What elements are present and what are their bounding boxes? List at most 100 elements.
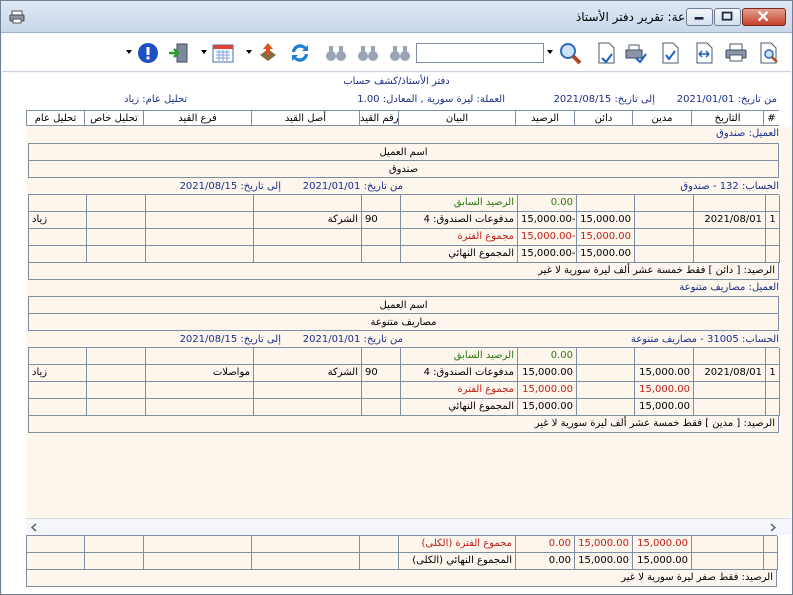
row-description: مدفوعات الصندوق: 4	[401, 212, 518, 228]
report-title: دفتر الأستاذ/كشف حساب	[343, 76, 450, 87]
summary-period-debit: 15,000.00	[633, 536, 692, 552]
binoculars-next-icon[interactable]	[388, 41, 412, 65]
final-debit: 15,000.00	[635, 399, 694, 415]
export-icon[interactable]	[256, 41, 280, 65]
client-name-header: اسم العميل	[29, 297, 778, 314]
final-label: المجموع النهائي	[401, 246, 518, 262]
zoom-icon[interactable]	[558, 41, 582, 65]
row-entry-origin: الشركة	[254, 212, 362, 228]
chevron-down-icon[interactable]	[547, 50, 553, 54]
column-header-row: # التاريخ مدين دائن الرصيد البيان رقم ال…	[26, 110, 779, 126]
row-balance: 15,000.00	[518, 365, 577, 381]
client-name: مصاريف متنوعة	[370, 317, 437, 328]
report-body: العميل: صندوق اسم العميل صندوق الحساب: 1…	[26, 126, 791, 518]
title-bar: طباعة: تقرير دفتر الأستاذ	[1, 1, 792, 33]
printer-icon	[9, 9, 25, 25]
col-entry-branch: فرع القيد	[143, 111, 251, 126]
final-credit: 15,000.00	[577, 246, 635, 262]
page-setup-icon[interactable]	[594, 41, 618, 65]
chevron-down-icon[interactable]	[246, 50, 252, 54]
search-input[interactable]	[416, 43, 544, 63]
prev-balance-value: 0.00	[518, 348, 577, 364]
row-debit	[635, 212, 694, 228]
period-credit	[577, 382, 635, 398]
period-balance: 15,000.00-	[518, 229, 577, 245]
minimize-button[interactable]	[686, 8, 713, 26]
col-entry-origin: أصل القيد	[251, 111, 359, 126]
chevron-down-icon[interactable]	[201, 50, 207, 54]
window-title: طباعة: تقرير دفتر الأستاذ	[575, 10, 702, 24]
period-debit: 15,000.00	[635, 382, 694, 398]
final-debit	[635, 246, 694, 262]
binoculars-icon[interactable]	[356, 41, 380, 65]
row-entry-branch	[146, 212, 254, 228]
currency-text: العملة: ليرة سورية , المعادل: 1.00	[357, 94, 505, 105]
print-icon[interactable]	[724, 41, 748, 65]
chevron-right-icon[interactable]	[769, 523, 777, 532]
help-icon[interactable]	[136, 41, 160, 65]
fit-page-icon[interactable]	[658, 41, 682, 65]
account-label: الحساب: 132 - صندوق	[680, 181, 779, 192]
balance-text: الرصيد: [ دائن ] فقط خمسة عشر ألف ليرة س…	[28, 263, 779, 280]
summary-final-debit: 15,000.00	[633, 553, 692, 569]
account-label: الحساب: 31005 - مصاريف متنوعة	[630, 334, 779, 345]
client-name: صندوق	[388, 164, 419, 175]
period-credit: 15,000.00	[577, 229, 635, 245]
balance-text: الرصيد: [ مدين ] فقط خمسة عشر ألف ليرة س…	[28, 416, 779, 433]
row-special-analysis	[87, 365, 146, 381]
row-balance: 15,000.00-	[518, 212, 577, 228]
client-label: العميل: صندوق	[716, 128, 779, 139]
horizontal-scrollbar[interactable]	[26, 518, 791, 535]
row-entry-number: 90	[362, 365, 401, 381]
col-general-analysis: تحليل عام	[26, 111, 84, 126]
prev-balance-row: 0.00 الرصيد السابق	[29, 348, 780, 365]
prev-balance-label: الرصيد السابق	[401, 348, 518, 364]
preview-icon[interactable]	[757, 41, 781, 65]
close-button[interactable]	[742, 8, 786, 26]
row-general-analysis: زياد	[29, 212, 87, 228]
maximize-button[interactable]	[714, 8, 741, 26]
row-description: مدفوعات الصندوق: 4	[401, 365, 518, 381]
binoculars-prev-icon[interactable]	[324, 41, 348, 65]
window-controls	[686, 8, 786, 26]
summary-final-balance: 0.00	[516, 553, 575, 569]
final-balance: 15,000.00-	[518, 246, 577, 262]
period-total-row: 15,000.00 15,000.00- مجموع الفترة	[29, 229, 780, 246]
row-date: 2021/08/01	[694, 212, 766, 228]
client-name-header: اسم العميل	[29, 144, 778, 161]
row-number: 1	[766, 212, 780, 228]
col-date: التاريخ	[691, 111, 763, 126]
exit-icon[interactable]	[166, 41, 190, 65]
row-debit: 15,000.00	[635, 365, 694, 381]
final-total-row: 15,000.00 15,000.00- المجموع النهائي	[29, 246, 780, 263]
client-name-box: اسم العميل صندوق	[28, 143, 779, 178]
row-number: 1	[766, 365, 780, 381]
period-balance: 15,000.00	[518, 382, 577, 398]
transactions-grid: 0.00 الرصيد السابق 1 2021/08/01 15,000.0…	[28, 194, 780, 263]
row-entry-origin: الشركة	[254, 365, 362, 381]
period-label: مجموع الفترة	[401, 229, 518, 245]
summary-grid: 15,000.00 15,000.00 0.00 مجموع الفترة (ا…	[26, 535, 778, 570]
print-window: طباعة: تقرير دفتر الأستاذ دفتر الأستاذ/ك…	[0, 0, 793, 595]
row-entry-branch: مواصلات	[146, 365, 254, 381]
chevron-down-icon[interactable]	[126, 50, 132, 54]
col-debit: مدين	[632, 111, 691, 126]
col-description: البيان	[398, 111, 515, 126]
refresh-icon[interactable]	[288, 41, 312, 65]
summary-period-balance: 0.00	[516, 536, 575, 552]
calendar-icon[interactable]	[211, 41, 235, 65]
summary-period-row: 15,000.00 15,000.00 0.00 مجموع الفترة (ا…	[27, 536, 778, 553]
summary-final-credit: 15,000.00	[575, 553, 633, 569]
final-label: المجموع النهائي	[401, 399, 518, 415]
chevron-left-icon[interactable]	[30, 523, 38, 532]
print-settings-icon[interactable]	[624, 41, 648, 65]
summary-final-label: المجموع النهائي (الكلى)	[399, 553, 516, 569]
fit-width-icon[interactable]	[692, 41, 716, 65]
report-area: دفتر الأستاذ/كشف حساب من تاريخ: 2021/01/…	[2, 73, 791, 594]
col-special-analysis: تحليل خاص	[84, 111, 143, 126]
final-credit	[577, 399, 635, 415]
to-date-label: إلى تاريخ: 2021/08/15	[553, 94, 655, 105]
account-from-date: من تاريخ: 2021/01/01	[302, 334, 403, 345]
final-balance: 15,000.00	[518, 399, 577, 415]
prev-balance-value: 0.00	[518, 195, 577, 211]
